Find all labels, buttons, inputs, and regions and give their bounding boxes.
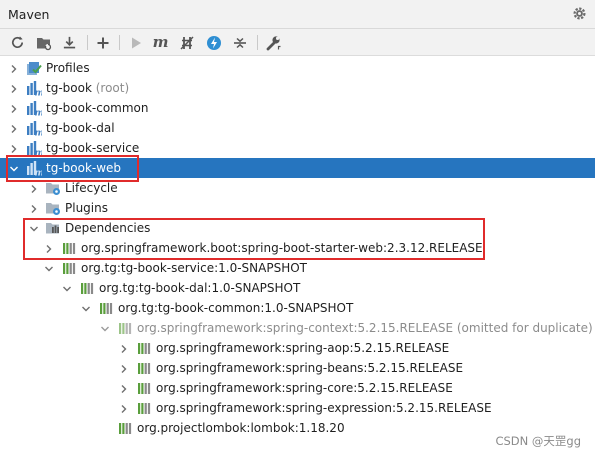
- chevron-right-icon[interactable]: [29, 183, 39, 193]
- tree-row-tg-book-common[interactable]: m tg-book-common: [0, 98, 595, 119]
- tree-row-label: tg-book: [46, 81, 92, 95]
- tree-row-label: org.springframework:spring-core:5.2.15.R…: [156, 381, 453, 395]
- lifecycle-folder-icon: [45, 180, 61, 196]
- tree-row-label: org.springframework.boot:spring-boot-sta…: [81, 241, 483, 255]
- tree-row-dependency[interactable]: org.springframework:spring-beans:5.2.15.…: [0, 358, 595, 378]
- dependencies-icon: [45, 220, 61, 236]
- chevron-down-icon[interactable]: [100, 323, 110, 333]
- svg-text:m: m: [35, 169, 43, 177]
- collapse-all-icon[interactable]: [231, 34, 248, 51]
- csdn-watermark: CSDN @天罡gg: [495, 434, 581, 448]
- skip-tests-icon[interactable]: [205, 34, 222, 51]
- toolbar-separator: [257, 35, 258, 50]
- tree-row-tg-book-web[interactable]: m tg-book-web: [0, 158, 595, 179]
- tree-row-label: Lifecycle: [65, 181, 118, 195]
- tree-row-tg-book-service[interactable]: m tg-book-service: [0, 138, 595, 159]
- toggle-offline-icon[interactable]: [178, 34, 195, 51]
- maven-project-tree: Profiles m tg-book (root) m tg-book-comm…: [0, 57, 595, 458]
- library-icon: [117, 420, 133, 436]
- maven-module-icon: m: [26, 140, 44, 159]
- tree-row-label: org.tg:tg-book-service:1.0-SNAPSHOT: [81, 261, 307, 275]
- tree-row-dependency[interactable]: org.springframework.boot:spring-boot-sta…: [0, 238, 595, 258]
- chevron-down-icon[interactable]: [44, 263, 54, 273]
- tree-row-dependency[interactable]: org.tg:tg-book-service:1.0-SNAPSHOT: [0, 258, 595, 278]
- maven-module-icon: m: [26, 160, 44, 179]
- tree-row-label: tg-book-common: [46, 101, 149, 115]
- tree-row-label: Dependencies: [65, 221, 151, 235]
- tree-row-profiles[interactable]: Profiles: [0, 58, 595, 78]
- chevron-right-icon[interactable]: [29, 203, 39, 213]
- tree-row-label: org.projectlombok:lombok:1.18.20: [137, 421, 345, 435]
- run-icon[interactable]: [127, 34, 144, 51]
- download-icon[interactable]: [61, 34, 78, 51]
- tree-row-tg-book[interactable]: m tg-book (root): [0, 78, 595, 99]
- chevron-right-icon[interactable]: [119, 383, 129, 393]
- svg-text:m: m: [35, 109, 43, 117]
- tree-row-dependency[interactable]: org.tg:tg-book-common:1.0-SNAPSHOT: [0, 298, 595, 318]
- svg-text:m: m: [35, 149, 43, 157]
- svg-text:m: m: [35, 129, 43, 137]
- tree-row-dependency[interactable]: org.springframework:spring-core:5.2.15.R…: [0, 378, 595, 398]
- chevron-right-icon[interactable]: [9, 143, 19, 153]
- tree-row-label: tg-book-service: [46, 141, 140, 155]
- tree-row-label: tg-book-dal: [46, 121, 115, 135]
- maven-module-icon: m: [26, 80, 44, 99]
- tree-row-label: org.springframework:spring-aop:5.2.15.RE…: [156, 341, 450, 355]
- svg-text:m: m: [35, 89, 43, 97]
- tree-row-dependency[interactable]: org.springframework:spring-aop:5.2.15.RE…: [0, 338, 595, 358]
- library-icon: [61, 260, 77, 276]
- maven-toolbar: m: [0, 29, 595, 56]
- tree-row-dependency[interactable]: org.tg:tg-book-dal:1.0-SNAPSHOT: [0, 278, 595, 298]
- maven-module-icon: m: [26, 120, 44, 139]
- tree-row-label: org.springframework:spring-expression:5.…: [156, 401, 492, 415]
- tree-row-label: Plugins: [65, 201, 108, 215]
- reload-icon[interactable]: [9, 34, 26, 51]
- tree-row-tg-book-dal[interactable]: m tg-book-dal: [0, 118, 595, 139]
- tree-row-label: org.tg:tg-book-common:1.0-SNAPSHOT: [118, 301, 354, 315]
- chevron-right-icon[interactable]: [9, 83, 19, 93]
- chevron-right-icon[interactable]: [119, 363, 129, 373]
- add-icon[interactable]: [94, 34, 111, 51]
- tree-row-plugins[interactable]: Plugins: [0, 198, 595, 218]
- tree-row-lifecycle[interactable]: Lifecycle: [0, 178, 595, 198]
- tree-row-label: org.springframework:spring-beans:5.2.15.…: [156, 361, 464, 375]
- panel-title: Maven: [8, 7, 50, 22]
- chevron-right-icon[interactable]: [44, 243, 54, 253]
- library-icon: [98, 300, 114, 316]
- tree-row-label: org.tg:tg-book-dal:1.0-SNAPSHOT: [99, 281, 301, 295]
- tree-row-label: org.springframework:spring-context:5.2.1…: [137, 321, 593, 335]
- plugins-folder-icon: [45, 200, 61, 216]
- tree-row-label: tg-book-web: [46, 161, 122, 175]
- chevron-right-icon[interactable]: [9, 63, 19, 73]
- tree-row-label: Profiles: [46, 61, 90, 75]
- toolbar-separator: [119, 35, 120, 50]
- chevron-right-icon[interactable]: [9, 123, 19, 133]
- library-icon: [136, 340, 152, 356]
- library-icon: [136, 360, 152, 376]
- maven-module-icon: m: [26, 100, 44, 119]
- maven-goal-icon[interactable]: m: [152, 34, 169, 51]
- tree-row-dependency[interactable]: org.springframework:spring-expression:5.…: [0, 398, 595, 418]
- chevron-down-icon[interactable]: [81, 303, 91, 313]
- chevron-right-icon[interactable]: [9, 103, 19, 113]
- generate-sources-icon[interactable]: [35, 34, 52, 51]
- chevron-right-icon[interactable]: [119, 403, 129, 413]
- root-suffix: (root): [91, 81, 130, 95]
- tree-row-dependencies[interactable]: Dependencies: [0, 218, 595, 238]
- gear-icon[interactable]: [572, 6, 587, 21]
- chevron-down-icon[interactable]: [62, 283, 72, 293]
- settings-wrench-icon[interactable]: [264, 34, 281, 51]
- library-icon: [61, 240, 77, 256]
- chevron-right-icon[interactable]: [119, 343, 129, 353]
- chevron-down-icon[interactable]: [9, 163, 19, 173]
- library-icon: [79, 280, 95, 296]
- library-icon: [117, 320, 133, 336]
- profiles-icon: [26, 60, 42, 76]
- toolbar-separator: [87, 35, 88, 50]
- library-icon: [136, 400, 152, 416]
- maven-panel-header: Maven: [0, 0, 595, 29]
- library-icon: [136, 380, 152, 396]
- chevron-down-icon[interactable]: [29, 223, 39, 233]
- tree-row-dependency-omitted[interactable]: org.springframework:spring-context:5.2.1…: [0, 318, 595, 338]
